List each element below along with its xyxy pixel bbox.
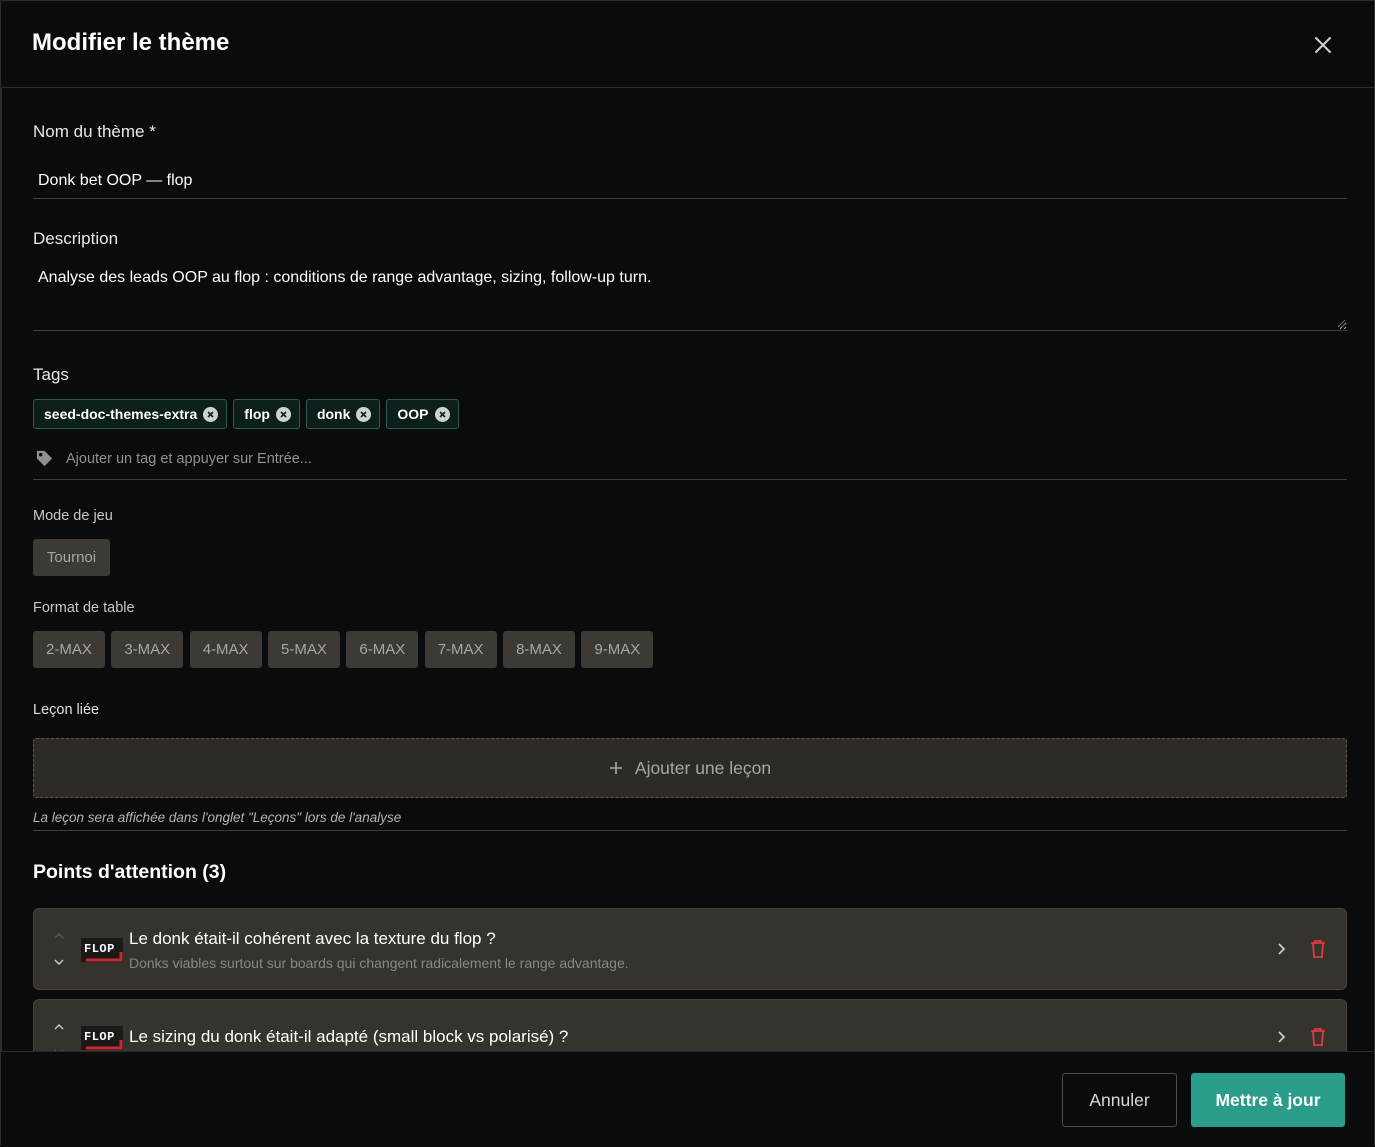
tag-remove-icon[interactable]	[356, 406, 372, 422]
trash-icon[interactable]	[1309, 1027, 1327, 1047]
theme-name-input[interactable]	[33, 163, 1347, 199]
table-format-options: 2-MAX 3-MAX 4-MAX 5-MAX 6-MAX 7-MAX 8-MA…	[33, 631, 654, 668]
tag-chip: OOP	[386, 399, 459, 429]
move-down-icon[interactable]	[52, 957, 66, 967]
cancel-button[interactable]: Annuler	[1062, 1073, 1177, 1127]
format-2max-button[interactable]: 2-MAX	[33, 631, 105, 668]
tag-chip: donk	[305, 399, 381, 429]
point-subtitle: Donks viables surtout sur boards qui cha…	[129, 955, 629, 971]
tags-list: seed-doc-themes-extra flop donk OOP	[33, 399, 459, 429]
name-label: Nom du thème *	[33, 122, 156, 141]
street-label: FLOP	[84, 1030, 115, 1044]
point-title: Le donk était-il cohérent avec la textur…	[129, 929, 496, 948]
points-title: Points d'attention (3)	[33, 861, 227, 883]
lesson-hint: La leçon sera affichée dans l'onglet "Le…	[33, 810, 1347, 831]
format-3max-button[interactable]: 3-MAX	[111, 631, 184, 668]
modal-header: Modifier le thème	[1, 1, 1374, 88]
tag-input[interactable]	[64, 450, 664, 468]
tag-chip: seed-doc-themes-extra	[33, 399, 228, 429]
modal-footer: Annuler Mettre à jour	[1, 1051, 1374, 1147]
tag-chip: flop	[233, 399, 300, 429]
reorder-controls	[52, 931, 66, 967]
update-button[interactable]: Mettre à jour	[1191, 1073, 1345, 1127]
tag-input-row	[33, 446, 1347, 480]
point-card[interactable]: FLOP Le sizing du donk était-il adapté (…	[33, 999, 1347, 1051]
lesson-label: Leçon liée	[33, 702, 100, 718]
add-lesson-label: Ajouter une leçon	[634, 757, 772, 778]
tag-remove-icon[interactable]	[203, 406, 219, 422]
table-format-label: Format de table	[33, 600, 135, 616]
add-lesson-button[interactable]: Ajouter une leçon	[33, 738, 1347, 798]
move-up-icon[interactable]	[52, 931, 66, 941]
point-title: Le sizing du donk était-il adapté (small…	[129, 1027, 569, 1046]
modal-body: Nom du thème * Description Analyse des l…	[1, 88, 1374, 1051]
street-badge: FLOP	[81, 1026, 123, 1050]
tag-label: OOP	[397, 406, 429, 422]
format-9max-button[interactable]: 9-MAX	[581, 631, 654, 668]
move-up-icon[interactable]	[52, 1022, 66, 1032]
street-badge: FLOP	[81, 938, 123, 962]
tags-label: Tags	[33, 365, 69, 384]
chevron-right-icon[interactable]	[1275, 1028, 1289, 1046]
trash-icon[interactable]	[1309, 939, 1327, 959]
street-label: FLOP	[84, 942, 115, 956]
plus-icon	[609, 762, 622, 774]
format-5max-button[interactable]: 5-MAX	[268, 631, 340, 668]
modal-title: Modifier le thème	[32, 29, 230, 56]
chevron-right-icon[interactable]	[1275, 940, 1289, 958]
resize-grip-icon[interactable]	[1336, 318, 1346, 328]
format-6max-button[interactable]: 6-MAX	[346, 631, 419, 668]
game-mode-label: Mode de jeu	[33, 508, 113, 524]
tag-icon	[36, 450, 53, 467]
tag-label: donk	[316, 406, 351, 422]
description-textarea[interactable]: Analyse des leads OOP au flop : conditio…	[33, 259, 1347, 331]
game-mode-tournoi-button[interactable]: Tournoi	[33, 539, 110, 576]
tag-remove-icon[interactable]	[275, 406, 291, 422]
format-7max-button[interactable]: 7-MAX	[424, 631, 497, 668]
edit-theme-modal: Modifier le thème Nom du thème * Descrip…	[0, 0, 1375, 1147]
close-button[interactable]	[1309, 31, 1337, 59]
format-8max-button[interactable]: 8-MAX	[503, 631, 575, 668]
tag-label: seed-doc-themes-extra	[44, 406, 198, 422]
reorder-controls	[52, 1022, 66, 1051]
tag-label: flop	[244, 406, 270, 422]
point-card[interactable]: FLOP Le donk était-il cohérent avec la t…	[33, 908, 1347, 990]
description-label: Description	[33, 229, 119, 248]
close-icon	[1315, 37, 1331, 53]
format-4max-button[interactable]: 4-MAX	[189, 631, 262, 668]
tag-remove-icon[interactable]	[434, 406, 450, 422]
